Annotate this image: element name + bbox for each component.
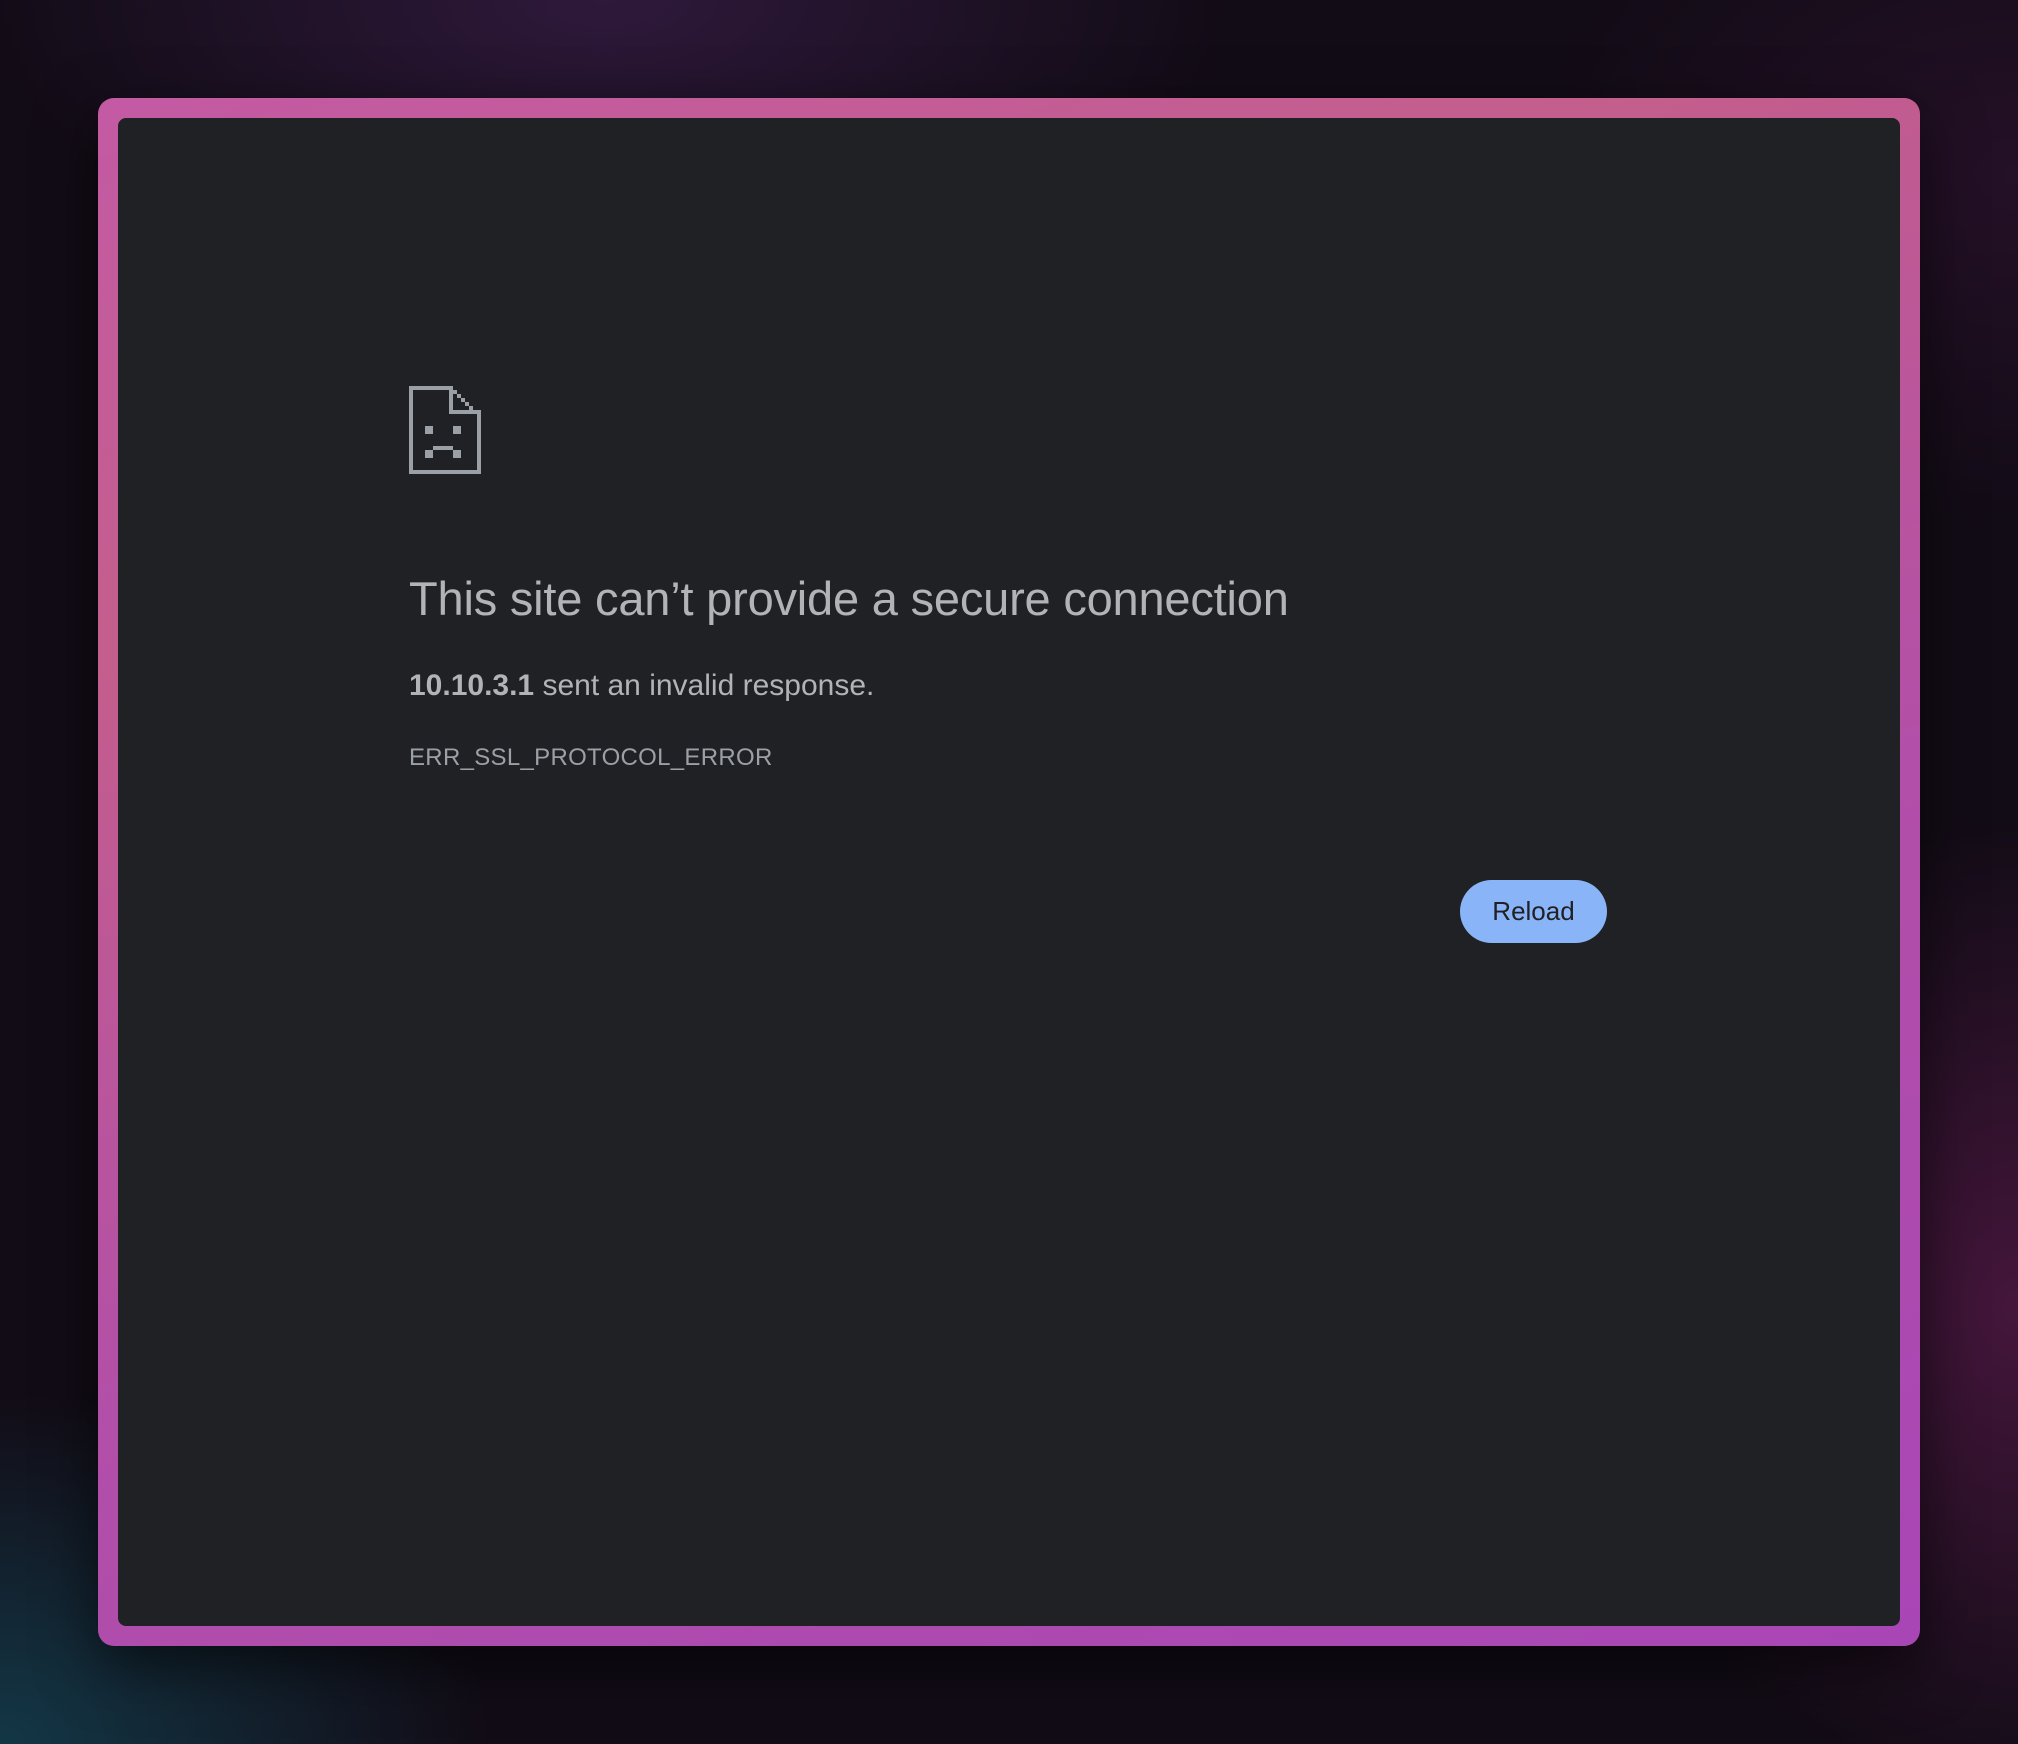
error-message-text: sent an invalid response.	[534, 669, 875, 703]
error-code: ERR_SSL_PROTOCOL_ERROR	[409, 744, 773, 772]
browser-window: This site can’t provide a secure connect…	[118, 118, 1900, 1626]
error-host: 10.10.3.1	[409, 669, 535, 703]
browser-window-frame: This site can’t provide a secure connect…	[98, 98, 1920, 1646]
sad-page-icon	[409, 386, 481, 474]
error-headline: This site can’t provide a secure connect…	[409, 572, 1289, 625]
reload-button[interactable]: Reload	[1460, 880, 1607, 943]
error-message: 10.10.3.1 sent an invalid response.	[409, 668, 1729, 704]
error-content: This site can’t provide a secure connect…	[409, 386, 1729, 772]
